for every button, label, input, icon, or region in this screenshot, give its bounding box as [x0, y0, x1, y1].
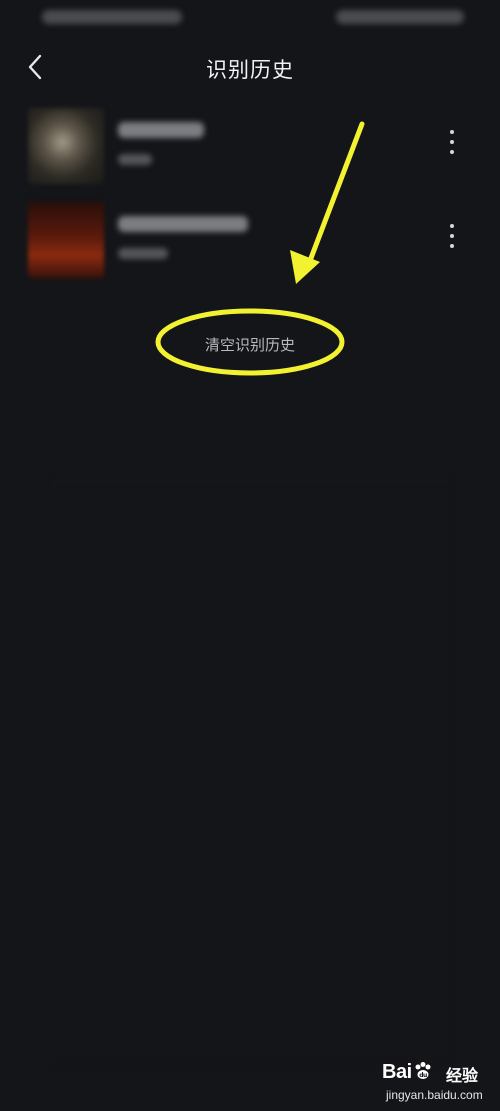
background-panel — [52, 480, 450, 1062]
clear-history-button[interactable]: 清空识别历史 — [150, 330, 350, 360]
baidu-logo: Bai du — [382, 1060, 434, 1084]
status-bar — [0, 0, 500, 38]
page-title: 识别历史 — [206, 58, 294, 82]
watermark-domain: jingyan.baidu.com — [386, 1088, 483, 1102]
status-indicators-blurred — [336, 10, 464, 24]
history-list — [0, 100, 500, 288]
header: 识别历史 — [0, 38, 500, 100]
song-title-blurred — [118, 122, 204, 138]
paw-icon: du — [415, 1062, 431, 1079]
more-vertical-icon[interactable] — [444, 130, 460, 160]
list-item[interactable] — [0, 100, 500, 194]
song-title-blurred — [118, 216, 248, 232]
artist-name-blurred — [118, 154, 152, 165]
watermark-brand: Bai — [382, 1061, 412, 1083]
artist-name-blurred — [118, 248, 168, 259]
album-cover-image — [28, 108, 104, 184]
svg-text:du: du — [419, 1072, 427, 1079]
watermark: Bai du 经验 jingyan.baidu.com — [382, 1060, 494, 1106]
list-item[interactable] — [0, 194, 500, 288]
status-carrier-blurred — [42, 10, 182, 24]
watermark-product: 经验 — [446, 1066, 479, 1085]
more-vertical-icon[interactable] — [444, 224, 460, 254]
album-cover-image — [28, 202, 104, 278]
